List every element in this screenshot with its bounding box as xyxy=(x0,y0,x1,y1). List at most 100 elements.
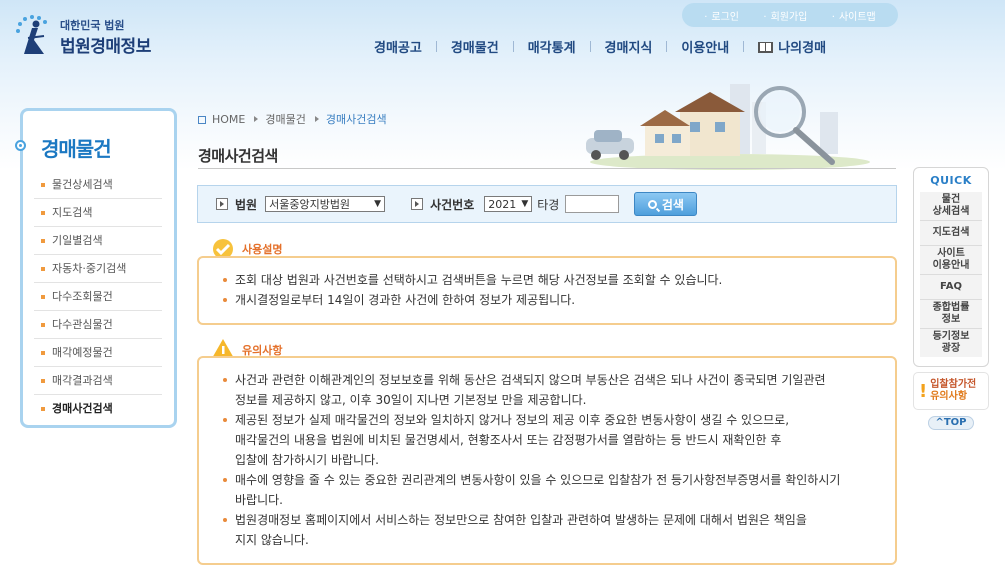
caution-line: 바랍니다. xyxy=(235,493,283,507)
breadcrumb-auction-items[interactable]: 경매물건 xyxy=(265,111,305,127)
caution-line: 정보를 제공하지 않고, 이후 30일이 지나면 기본정보 만을 제공합니다. xyxy=(235,393,587,407)
logo-subtitle: 대한민국 법원 xyxy=(60,19,125,32)
exclamation-icon: ! xyxy=(919,380,928,402)
usage-item: 개시결정일로부터 14일이 경과한 사건에 한하여 정보가 제공됩니다. xyxy=(217,290,885,310)
quick-item-registry-info[interactable]: 등기정보 광장 xyxy=(920,329,982,357)
bid-notice-text: 입찰참가전 유의사항 xyxy=(930,379,976,403)
search-button[interactable]: 검색 xyxy=(634,192,698,216)
quick-item-line: 등기정보 xyxy=(932,331,970,342)
caution-item: 매수에 영향을 줄 수 있는 중요한 권리관계의 변동사항이 있을 수 있으므로… xyxy=(217,470,885,510)
case-number-input[interactable] xyxy=(565,195,620,213)
usage-box: 조회 대상 법원과 사건번호를 선택하시고 검색버튼을 누르면 해당 사건정보를… xyxy=(197,256,897,325)
quick-menu: QUICK 물건 상세검색 지도검색 사이트 이용안내 FAQ 종합법률 정보 … xyxy=(913,167,989,367)
left-menu-item-most-interest[interactable]: 다수관심물건 xyxy=(34,311,162,339)
quick-item-map-search[interactable]: 지도검색 xyxy=(920,221,982,246)
chevron-down-icon: ▼ xyxy=(374,199,382,209)
search-button-label: 검색 xyxy=(661,197,684,212)
case-type-label: 타경 xyxy=(537,197,560,212)
left-menu-title: 경매물건 xyxy=(41,137,112,161)
chevron-up-icon: ^ xyxy=(935,417,944,428)
left-menu: 경매물건 물건상세검색 지도검색 기일별검색 자동차·중기검색 다수조회물건 다… xyxy=(15,108,177,428)
quick-menu-title: QUICK xyxy=(930,174,972,187)
quick-item-line: 광장 xyxy=(941,343,961,354)
top-button[interactable]: ^TOP xyxy=(928,416,974,430)
year-select-value: 2021 xyxy=(488,197,517,211)
caution-item: 제공된 정보가 실제 매각물건의 정보와 일치하지 않거나 정보의 제공 이후 … xyxy=(217,410,885,470)
quick-item-line: 사이트 xyxy=(937,248,965,259)
left-menu-item-detail-search[interactable]: 물건상세검색 xyxy=(34,171,162,199)
house-magnifier-illustration xyxy=(586,84,870,170)
court-select-value: 서울중앙지방법원 xyxy=(269,198,351,211)
login-link[interactable]: 로그인 xyxy=(704,8,739,23)
caution-line: 지지 않습니다. xyxy=(235,533,309,547)
label-bullet-icon xyxy=(411,198,424,210)
quick-item-site-guide[interactable]: 사이트 이용안내 xyxy=(920,246,982,275)
nav-auction-knowledge[interactable]: 경매지식 xyxy=(591,37,667,56)
caution-line: 법원경매정보 홈페이지에서 서비스하는 정보만으로 참여한 입찰과 관련하여 발… xyxy=(235,513,807,527)
quick-item-line: 지도검색 xyxy=(932,227,970,238)
chevron-right-icon xyxy=(254,116,259,122)
quick-item-line: 상세검색 xyxy=(932,206,970,217)
quick-item-faq[interactable]: FAQ xyxy=(920,275,982,300)
nav-my-auction[interactable]: 나의경매 xyxy=(744,37,840,56)
quick-item-line: 정보 xyxy=(941,314,961,325)
quick-item-detail-search[interactable]: 물건 상세검색 xyxy=(920,192,982,221)
quick-item-line: 종합법률 xyxy=(932,302,970,313)
usage-list: 조회 대상 법원과 사건번호를 선택하시고 검색버튼을 누르면 해당 사건정보를… xyxy=(217,270,885,310)
chevron-down-icon: ▼ xyxy=(521,199,529,209)
nav-sale-statistics[interactable]: 매각통계 xyxy=(514,37,590,56)
chevron-right-icon xyxy=(314,116,319,122)
signup-link[interactable]: 회원가입 xyxy=(763,8,808,23)
quick-menu-list: 물건 상세검색 지도검색 사이트 이용안내 FAQ 종합법률 정보 등기정보 광… xyxy=(920,192,982,357)
case-number-label: 사건번호 xyxy=(430,197,475,212)
left-menu-item-sale-result[interactable]: 매각결과검색 xyxy=(34,367,162,395)
site-logo[interactable]: 대한민국 법원 법원경매정보 xyxy=(14,14,174,58)
caution-line: 입찰에 참가하시기 바랍니다. xyxy=(235,453,379,467)
left-menu-item-vehicle-search[interactable]: 자동차·중기검색 xyxy=(34,255,162,283)
nav-auction-notice[interactable]: 경매공고 xyxy=(360,37,436,56)
search-icon xyxy=(647,199,657,209)
left-menu-list: 물건상세검색 지도검색 기일별검색 자동차·중기검색 다수조회물건 다수관심물건… xyxy=(34,171,162,423)
sitemap-link[interactable]: 사이트맵 xyxy=(832,8,876,23)
bid-notice-link[interactable]: ! 입찰참가전 유의사항 xyxy=(913,372,989,410)
quick-item-legal-info[interactable]: 종합법률 정보 xyxy=(920,300,982,329)
quick-item-line: FAQ xyxy=(940,281,962,292)
caution-line: 매수에 영향을 줄 수 있는 중요한 권리관계의 변동사항이 있을 수 있으므로… xyxy=(235,473,841,487)
breadcrumb-current: 경매사건검색 xyxy=(325,113,387,126)
case-search-form: 법원 서울중앙지방법원 ▼ 사건번호 2021 ▼ 타경 검색 xyxy=(197,185,897,223)
caution-line: 제공된 정보가 실제 매각물건의 정보와 일치하지 않거나 정보의 제공 이후 … xyxy=(235,413,790,427)
book-icon xyxy=(758,41,774,53)
bid-notice-line2: 유의사항 xyxy=(930,391,968,402)
menu-dot-icon xyxy=(15,140,26,151)
caution-line: 매각물건의 내용을 법원에 비치된 물건명세서, 현황조사서 또는 감정평가서를… xyxy=(235,433,782,447)
left-menu-item-map-search[interactable]: 지도검색 xyxy=(34,199,162,227)
utility-bar: 로그인 회원가입 사이트맵 xyxy=(682,3,898,27)
breadcrumb-home[interactable]: HOME xyxy=(212,113,245,126)
breadcrumb: HOME 경매물건 경매사건검색 xyxy=(198,111,387,127)
nav-my-auction-label: 나의경매 xyxy=(778,40,827,56)
left-menu-item-most-viewed[interactable]: 다수조회물건 xyxy=(34,283,162,311)
left-menu-item-scheduled-sale[interactable]: 매각예정물건 xyxy=(34,339,162,367)
title-divider xyxy=(198,168,896,169)
caution-box: 사건과 관련한 이해관계인의 정보보호를 위해 동산은 검색되지 않으며 부동산… xyxy=(197,356,897,565)
usage-item: 조회 대상 법원과 사건번호를 선택하시고 검색버튼을 누르면 해당 사건정보를… xyxy=(217,270,885,290)
left-menu-item-case-search[interactable]: 경매사건검색 xyxy=(34,395,162,423)
court-label: 법원 xyxy=(235,197,258,212)
global-nav: 경매공고 경매물건 매각통계 경매지식 이용안내 나의경매 xyxy=(360,36,840,56)
caution-list: 사건과 관련한 이해관계인의 정보보호를 위해 동산은 검색되지 않으며 부동산… xyxy=(217,370,885,550)
quick-item-line: 물건 xyxy=(941,194,961,205)
left-menu-item-date-search[interactable]: 기일별검색 xyxy=(34,227,162,255)
caution-item: 사건과 관련한 이해관계인의 정보보호를 위해 동산은 검색되지 않으며 부동산… xyxy=(217,370,885,410)
nav-usage-guide[interactable]: 이용안내 xyxy=(667,37,743,56)
year-select[interactable]: 2021 ▼ xyxy=(484,196,533,212)
bid-notice-line1: 입찰참가전 xyxy=(930,379,977,390)
usage-title: 사용설명 xyxy=(242,243,283,256)
quick-item-line: 이용안내 xyxy=(932,260,970,271)
nav-auction-items[interactable]: 경매물건 xyxy=(437,37,513,56)
court-select[interactable]: 서울중앙지방법원 ▼ xyxy=(265,196,386,212)
label-bullet-icon xyxy=(216,198,228,210)
logo-title: 법원경매정보 xyxy=(60,37,151,57)
top-button-label: TOP xyxy=(943,417,967,428)
court-emblem-icon xyxy=(16,15,47,54)
home-icon xyxy=(198,116,206,124)
